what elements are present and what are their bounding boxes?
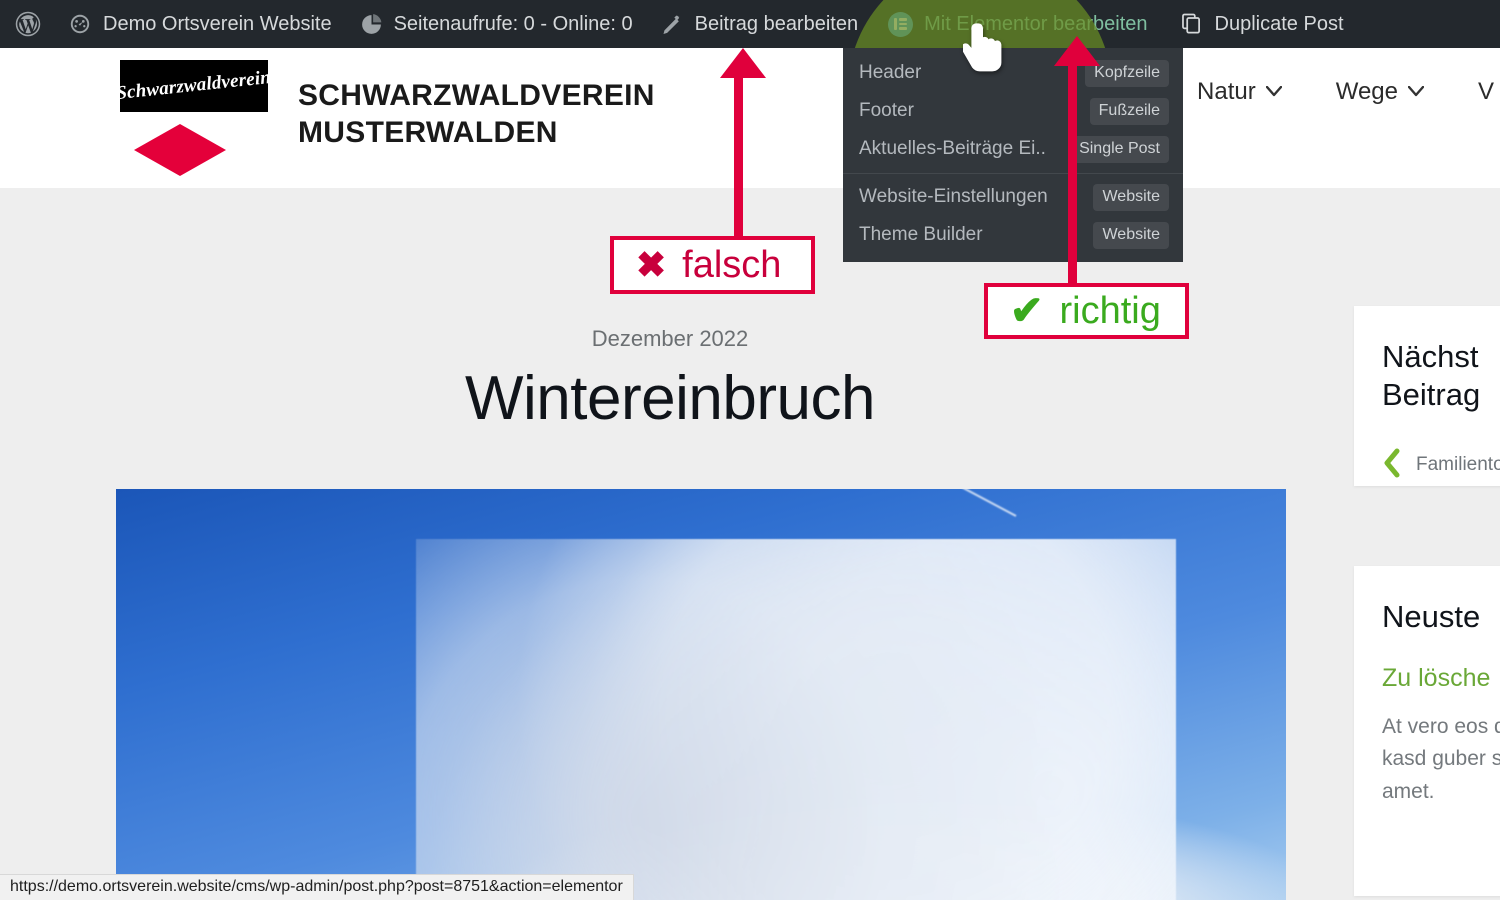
nav-item-natur[interactable]: Natur	[1197, 78, 1282, 106]
elementor-menu-label-footer: Footer	[859, 100, 914, 121]
widget-latest-link[interactable]: Zu lösche	[1382, 664, 1500, 693]
arrow-shaft-richtig	[1068, 64, 1077, 291]
elementor-menu-label-website-settings: Website-Einstellungen	[859, 186, 1048, 207]
annotation-box-falsch: ✖ falsch	[610, 236, 815, 294]
contrail-decoration	[812, 489, 1017, 517]
check-icon: ✔	[1010, 289, 1044, 333]
elementor-menu-item-website-settings[interactable]: Website-Einstellungen Website	[843, 178, 1183, 216]
annotation-label-richtig: richtig	[1059, 289, 1161, 332]
screenshot-root: Schwarzwaldverein SCHWARZWALDVEREIN MUST…	[0, 0, 1500, 900]
elementor-menu-label-theme-builder: Theme Builder	[859, 224, 983, 245]
arrow-head-falsch	[720, 48, 766, 78]
elementor-menu-label-single-post: Aktuelles-Beiträge Ei..	[859, 138, 1046, 159]
chevron-down-icon	[1265, 85, 1282, 100]
elementor-menu-item-footer[interactable]: Footer Fußzeile	[843, 92, 1183, 130]
annotation-label-falsch: falsch	[682, 243, 782, 286]
nav-item-v[interactable]: V	[1478, 78, 1494, 106]
elementor-icon	[888, 11, 914, 37]
snowy-tree-shape	[416, 539, 1176, 900]
elementor-menu-separator	[843, 173, 1183, 174]
admin-bar-item-duplicate-post[interactable]: Duplicate Post	[1164, 0, 1358, 48]
admin-bar-item-edit-with-elementor[interactable]: Mit Elementor bearbeiten	[872, 0, 1163, 48]
admin-bar-item-stats[interactable]: Seitenaufrufe: 0 - Online: 0	[346, 0, 647, 48]
chevron-down-icon	[1407, 85, 1425, 100]
page-body: Dezember 2022 Wintereinbruch Nächst Beit…	[0, 188, 1500, 900]
widget-next-post: Nächst Beitrag Familiento	[1354, 306, 1500, 486]
elementor-menu-item-header[interactable]: Header Kopfzeile	[843, 54, 1183, 92]
widget-next-post-link-row[interactable]: Familiento	[1382, 448, 1500, 483]
cross-icon: ✖	[636, 244, 667, 285]
elementor-menu-label-header: Header	[859, 62, 922, 83]
nav-item-wege[interactable]: Wege	[1335, 78, 1425, 106]
widget-latest-posts: Neuste Zu lösche At vero eos duo dolores…	[1354, 566, 1500, 896]
site-title: SCHWARZWALDVEREIN MUSTERWALDEN	[298, 78, 655, 151]
status-bar-url: https://demo.ortsverein.website/cms/wp-a…	[10, 878, 623, 895]
widget-next-post-title: Nächst Beitrag	[1382, 338, 1500, 414]
logo-black-box: Schwarzwaldverein	[120, 60, 268, 112]
duplicate-icon	[1178, 11, 1204, 37]
nav-label-v: V	[1477, 78, 1494, 105]
elementor-menu-item-single-post[interactable]: Aktuelles-Beiträge Ei.. Single Post	[843, 130, 1183, 168]
nav-label-wege: Wege	[1335, 78, 1398, 105]
browser-status-bar: https://demo.ortsverein.website/cms/wp-a…	[0, 874, 634, 900]
dashboard-icon	[68, 12, 92, 36]
admin-bar-label-site-name: Demo Ortsverein Website	[103, 12, 332, 35]
wp-admin-bar: Demo Ortsverein Website Seitenaufrufe: 0…	[0, 0, 1500, 48]
annotation-arrow-falsch	[713, 48, 773, 243]
admin-bar-label-duplicate-post: Duplicate Post	[1214, 12, 1344, 35]
chevron-left-icon	[1382, 448, 1402, 483]
arrow-head-richtig	[1054, 36, 1100, 66]
logo-text: Schwarzwaldverein	[120, 66, 268, 105]
widget-next-post-link: Familiento	[1416, 454, 1500, 476]
logo-diamond-icon	[134, 124, 226, 176]
elementor-dropdown-menu: Header Kopfzeile Footer Fußzeile Aktuell…	[843, 48, 1183, 262]
widget-next-post-title-line2: Beitrag	[1382, 376, 1481, 412]
site-title-line1: SCHWARZWALDVEREIN	[298, 79, 655, 112]
admin-bar-item-wordpress[interactable]	[0, 0, 54, 48]
admin-bar-label-edit-with-elementor: Mit Elementor bearbeiten	[924, 12, 1148, 35]
admin-bar-item-site-name[interactable]: Demo Ortsverein Website	[54, 0, 346, 48]
site-title-line2: MUSTERWALDEN	[298, 115, 558, 149]
admin-bar-label-stats: Seitenaufrufe: 0 - Online: 0	[393, 12, 633, 35]
arrow-shaft-falsch	[734, 76, 743, 243]
post-title: Wintereinbruch	[465, 364, 875, 433]
nav-label-natur: Natur	[1197, 78, 1256, 105]
widget-next-post-title-line1: Nächst	[1382, 339, 1479, 374]
widget-latest-title: Neuste	[1382, 599, 1481, 634]
admin-bar-label-edit-post: Beitrag bearbeiten	[694, 12, 859, 35]
admin-bar-item-edit-post[interactable]: Beitrag bearbeiten	[647, 0, 872, 48]
post-featured-image	[116, 489, 1286, 900]
wordpress-logo-icon	[14, 10, 42, 38]
widget-latest-excerpt: At vero eos duo dolores kasd guber sanct…	[1382, 714, 1500, 803]
annotation-box-richtig: ✔ richtig	[984, 283, 1189, 339]
elementor-menu-item-theme-builder[interactable]: Theme Builder Website	[843, 216, 1183, 254]
annotation-arrow-richtig	[1047, 36, 1107, 291]
chart-pie-icon	[360, 13, 383, 36]
site-logo[interactable]: Schwarzwaldverein	[120, 60, 268, 176]
pencil-icon	[661, 13, 684, 36]
